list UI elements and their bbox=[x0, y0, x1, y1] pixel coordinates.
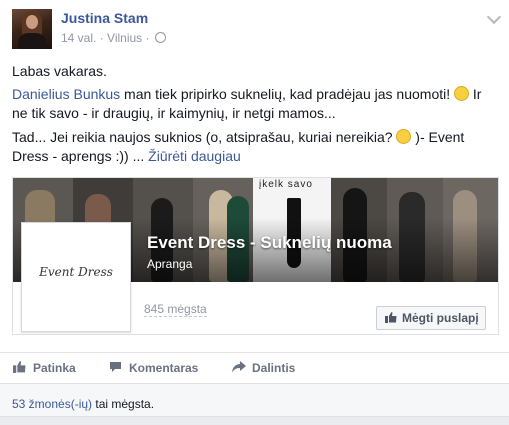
page-category: Apranga bbox=[147, 257, 193, 271]
post-paragraph-2: Danielius Bunkus man tiek pripirko sukne… bbox=[12, 85, 497, 123]
like-page-label: Mėgti puslapį bbox=[402, 311, 479, 325]
share-arrow-icon bbox=[232, 361, 246, 373]
author-avatar[interactable] bbox=[12, 9, 52, 49]
likes-count-link[interactable]: 53 žmonės(-ių) bbox=[12, 397, 92, 411]
likes-summary-text: 53 žmonės(-ių) tai mėgsta. bbox=[12, 397, 154, 411]
like-page-button[interactable]: Mėgti puslapį bbox=[376, 306, 486, 330]
thumbs-up-icon bbox=[13, 361, 26, 373]
paragraph2-text: man tiek pripirko suknelių, kad pradėjau… bbox=[120, 86, 455, 102]
smile-emoji-icon-2 bbox=[396, 129, 412, 144]
post-time[interactable]: 14 val. bbox=[61, 31, 96, 45]
like-action-label: Patinka bbox=[33, 361, 76, 375]
page-likes-count[interactable]: 845 mėgsta bbox=[144, 302, 207, 317]
paragraph2-line2: ne tik savo - ir draugių, ir kaimynių, i… bbox=[12, 105, 336, 121]
mention-link[interactable]: Danielius Bunkus bbox=[12, 86, 120, 102]
feed-divider bbox=[0, 416, 509, 425]
post-paragraph-1: Labas vakaras. bbox=[12, 63, 107, 79]
comment-icon bbox=[110, 362, 121, 372]
likes-summary-rest: tai mėgsta. bbox=[92, 397, 155, 411]
post-meta: 14 val. · Vilnius · bbox=[61, 31, 166, 45]
thumbs-up-icon bbox=[385, 312, 397, 323]
chevron-down-icon[interactable] bbox=[486, 9, 502, 25]
smile-emoji-icon bbox=[454, 86, 470, 101]
cover-brand-text: įkelk savo bbox=[259, 179, 313, 190]
post-location[interactable]: Vilnius bbox=[107, 31, 142, 45]
meta-separator-2: · bbox=[145, 31, 150, 45]
shared-page-card[interactable]: įkelk savo Event Dress - Suknelių nuoma … bbox=[12, 177, 499, 335]
globe-icon[interactable] bbox=[154, 32, 166, 43]
page-logo[interactable]: Event Dress bbox=[21, 222, 131, 332]
meta-separator: · bbox=[99, 31, 104, 45]
likes-summary: 53 žmonės(-ių) tai mėgsta. bbox=[0, 383, 509, 425]
post-paragraph-3: Tad... Jei reikia naujos suknios (o, ats… bbox=[12, 128, 497, 166]
post-actions-bar: Patinka Komentaras Dalintis bbox=[0, 352, 509, 383]
paragraph3-line1: Tad... Jei reikia naujos suknios (o, ats… bbox=[12, 129, 397, 145]
paragraph3-end: )- Event bbox=[411, 129, 465, 145]
page-logo-text: Event Dress bbox=[39, 265, 113, 279]
avatar-face bbox=[26, 15, 38, 29]
comment-action-label: Komentaras bbox=[129, 361, 199, 375]
post-card: Justina Stam 14 val. · Vilnius · Labas v… bbox=[0, 0, 509, 425]
avatar-body bbox=[18, 33, 46, 49]
paragraph3-line2: Dress - aprengs :)) ... bbox=[12, 148, 145, 164]
paragraph2-end: Ir bbox=[469, 86, 482, 102]
page-name-link[interactable]: Event Dress - Suknelių nuoma bbox=[147, 233, 392, 253]
share-action-label: Dalintis bbox=[252, 361, 296, 375]
author-name[interactable]: Justina Stam bbox=[61, 10, 148, 26]
see-more-link[interactable]: Žiūrėti daugiau bbox=[148, 148, 241, 164]
